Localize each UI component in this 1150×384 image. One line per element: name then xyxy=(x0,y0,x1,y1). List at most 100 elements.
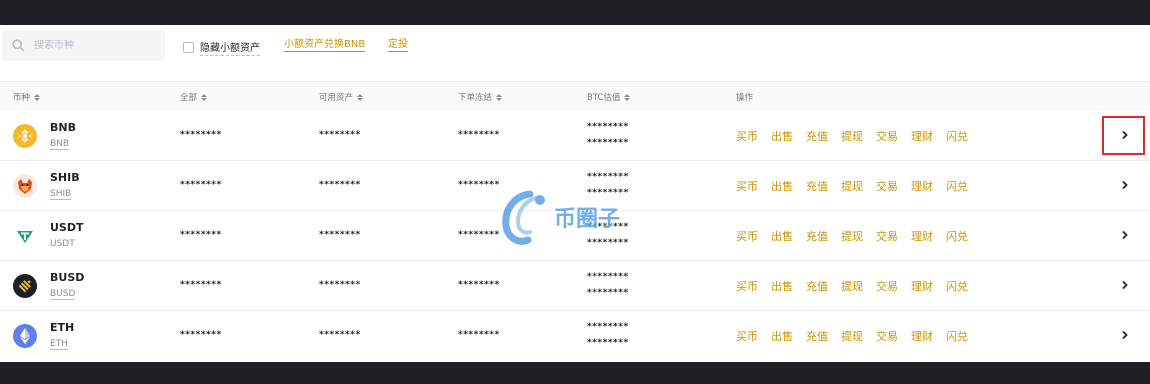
total-value: ******** xyxy=(180,230,222,240)
row-actions: 买币 出售 充值 提现 交易 理财 闪兑 xyxy=(736,128,981,144)
frozen-value: ******** xyxy=(458,230,500,240)
table-header: 币种 全部 可用资产 下单冻结 BTC估值 操作 xyxy=(0,81,1150,111)
table-row: ETH ETH ******** ******** ******** *****… xyxy=(0,311,1150,361)
hide-small-checkbox[interactable] xyxy=(183,42,194,53)
chevron-right-icon[interactable] xyxy=(1118,128,1132,142)
trade-link[interactable]: 交易 xyxy=(876,278,898,294)
header-frozen[interactable]: 下单冻结 xyxy=(458,91,503,103)
total-value: ******** xyxy=(180,180,222,190)
fiat-value: ******** xyxy=(587,138,629,148)
usdt-icon xyxy=(13,224,37,248)
earn-link[interactable]: 理财 xyxy=(911,278,933,294)
frozen-value: ******** xyxy=(458,330,500,340)
bottom-frame xyxy=(0,362,1150,384)
chevron-right-icon[interactable] xyxy=(1118,228,1132,242)
table-row: BNB BNB ******** ******** ******** *****… xyxy=(0,111,1150,161)
watermark-text: 币圈子 xyxy=(554,207,621,232)
deposit-link[interactable]: 充值 xyxy=(806,178,828,194)
btc-value: ******** xyxy=(587,172,629,182)
withdraw-link[interactable]: 提现 xyxy=(841,128,863,144)
sort-icon xyxy=(357,93,364,101)
trade-link[interactable]: 交易 xyxy=(876,328,898,344)
header-coin[interactable]: 币种 xyxy=(13,91,41,103)
search-input[interactable] xyxy=(34,40,154,51)
available-value: ******** xyxy=(319,280,361,290)
sell-link[interactable]: 出售 xyxy=(771,328,793,344)
sell-link[interactable]: 出售 xyxy=(771,178,793,194)
trade-link[interactable]: 交易 xyxy=(876,128,898,144)
convert-link[interactable]: 闪兑 xyxy=(946,178,968,194)
available-value: ******** xyxy=(319,230,361,240)
chevron-right-icon[interactable] xyxy=(1118,178,1132,192)
convert-link[interactable]: 闪兑 xyxy=(946,228,968,244)
withdraw-link[interactable]: 提现 xyxy=(841,178,863,194)
shib-icon xyxy=(13,174,37,198)
coin-name-link[interactable]: SHIB xyxy=(50,189,72,200)
available-value: ******** xyxy=(319,180,361,190)
busd-icon xyxy=(13,274,37,298)
sell-link[interactable]: 出售 xyxy=(771,128,793,144)
search-box[interactable] xyxy=(2,30,165,61)
watermark: 币圈子 xyxy=(500,188,650,246)
deposit-link[interactable]: 充值 xyxy=(806,278,828,294)
header-total[interactable]: 全部 xyxy=(180,91,208,103)
coin-symbol: BNB xyxy=(50,121,76,134)
row-actions: 买币 出售 充值 提现 交易 理财 闪兑 xyxy=(736,228,981,244)
buy-link[interactable]: 买币 xyxy=(736,178,758,194)
dca-link[interactable]: 定投 xyxy=(388,39,408,52)
total-value: ******** xyxy=(180,130,222,140)
earn-link[interactable]: 理财 xyxy=(911,328,933,344)
trade-link[interactable]: 交易 xyxy=(876,228,898,244)
sort-icon xyxy=(34,93,41,101)
coin-name: USDT xyxy=(50,239,75,249)
asset-page: 隐藏小额资产 小额资产兑换BNB 定投 币种 全部 可用资产 下单冻结 BTC估… xyxy=(0,25,1150,362)
convert-link[interactable]: 闪兑 xyxy=(946,128,968,144)
withdraw-link[interactable]: 提现 xyxy=(841,278,863,294)
available-value: ******** xyxy=(319,130,361,140)
withdraw-link[interactable]: 提现 xyxy=(841,328,863,344)
header-btc-value[interactable]: BTC估值 xyxy=(587,91,631,103)
fiat-value: ******** xyxy=(587,288,629,298)
buy-link[interactable]: 买币 xyxy=(736,228,758,244)
earn-link[interactable]: 理财 xyxy=(911,228,933,244)
coin-name-link[interactable]: BNB xyxy=(50,139,70,150)
header-actions: 操作 xyxy=(736,93,754,103)
header-available[interactable]: 可用资产 xyxy=(319,91,364,103)
btc-value: ******** xyxy=(587,322,629,332)
earn-link[interactable]: 理财 xyxy=(911,178,933,194)
earn-link[interactable]: 理财 xyxy=(911,128,933,144)
buy-link[interactable]: 买币 xyxy=(736,128,758,144)
row-actions: 买币 出售 充值 提现 交易 理财 闪兑 xyxy=(736,278,981,294)
convert-small-to-bnb-link[interactable]: 小额资产兑换BNB xyxy=(284,39,366,52)
buy-link[interactable]: 买币 xyxy=(736,278,758,294)
withdraw-link[interactable]: 提现 xyxy=(841,228,863,244)
sort-icon xyxy=(201,93,208,101)
available-value: ******** xyxy=(319,330,361,340)
row-actions: 买币 出售 充值 提现 交易 理财 闪兑 xyxy=(736,178,981,194)
sort-icon xyxy=(496,93,503,101)
chevron-right-icon[interactable] xyxy=(1118,328,1132,342)
chevron-right-icon[interactable] xyxy=(1118,278,1132,292)
total-value: ******** xyxy=(180,280,222,290)
coin-symbol: BUSD xyxy=(50,271,85,284)
coin-symbol: USDT xyxy=(50,221,84,234)
coin-name-link[interactable]: BUSD xyxy=(50,289,76,300)
sell-link[interactable]: 出售 xyxy=(771,278,793,294)
row-actions: 买币 出售 充值 提现 交易 理财 闪兑 xyxy=(736,328,981,344)
sell-link[interactable]: 出售 xyxy=(771,228,793,244)
deposit-link[interactable]: 充值 xyxy=(806,328,828,344)
hide-small-label: 隐藏小额资产 xyxy=(200,39,260,56)
frozen-value: ******** xyxy=(458,280,500,290)
deposit-link[interactable]: 充值 xyxy=(806,228,828,244)
coin-symbol: SHIB xyxy=(50,171,80,184)
coin-name-link[interactable]: ETH xyxy=(50,339,68,350)
trade-link[interactable]: 交易 xyxy=(876,178,898,194)
deposit-link[interactable]: 充值 xyxy=(806,128,828,144)
fiat-value: ******** xyxy=(587,338,629,348)
hide-small-assets-toggle[interactable]: 隐藏小额资产 xyxy=(183,39,260,56)
frozen-value: ******** xyxy=(458,130,500,140)
convert-link[interactable]: 闪兑 xyxy=(946,328,968,344)
frozen-value: ******** xyxy=(458,180,500,190)
buy-link[interactable]: 买币 xyxy=(736,328,758,344)
convert-link[interactable]: 闪兑 xyxy=(946,278,968,294)
